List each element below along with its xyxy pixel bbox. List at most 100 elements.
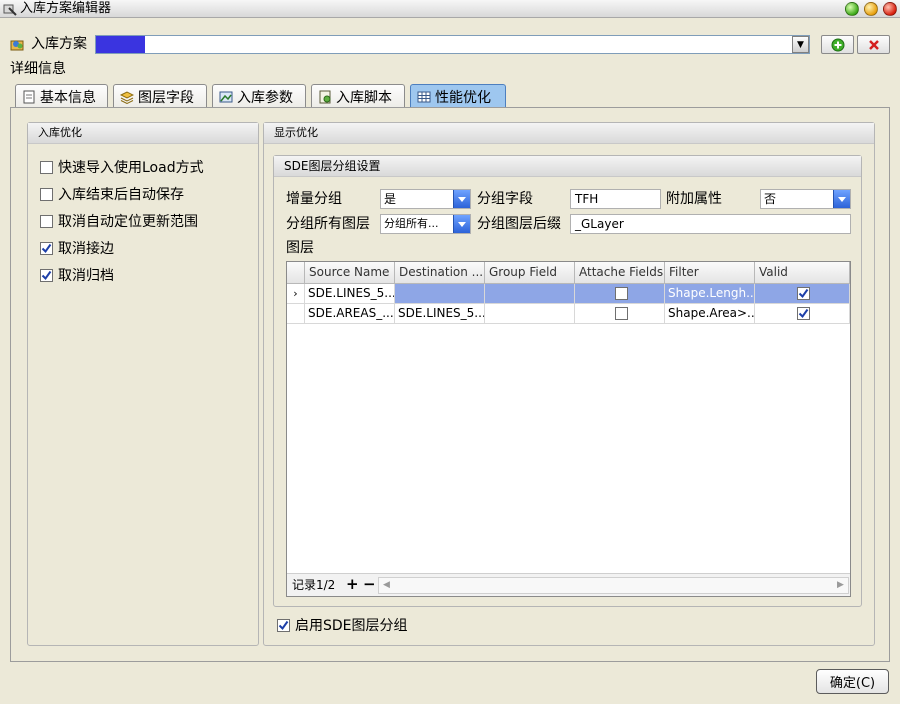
tab-import-script[interactable]: 入库脚本 — [311, 84, 405, 109]
option-label: 快速导入使用Load方式 — [58, 160, 204, 176]
all-layers-combo[interactable]: 分组所有... — [380, 214, 471, 234]
column-header[interactable]: Attache Fields — [575, 262, 665, 284]
scheme-label: 入库方案 — [31, 36, 87, 52]
column-header[interactable]: Valid — [755, 262, 850, 284]
grid-footer: 记录1/2 + − ◀ ▶ — [287, 573, 850, 596]
option-cancel-auto-locate[interactable]: 取消自动定位更新范围 — [40, 211, 198, 231]
checkbox[interactable] — [40, 268, 53, 282]
option-label: 启用SDE图层分组 — [295, 618, 408, 634]
combo-value: 是 — [384, 192, 397, 206]
checkbox[interactable] — [614, 287, 628, 300]
tab-import-params[interactable]: 入库参数 — [212, 84, 306, 109]
cell-destination[interactable]: SDE.LINES_5... — [395, 304, 485, 324]
option-label: 取消接边 — [58, 241, 114, 257]
chevron-down-icon[interactable] — [833, 190, 850, 208]
app-icon — [3, 4, 17, 16]
close-button[interactable] — [883, 2, 897, 16]
layers-grid[interactable]: Source Name Destination ... Group Field … — [286, 261, 851, 597]
group-field-input[interactable]: TFH — [570, 189, 661, 209]
image-params-icon — [219, 91, 233, 103]
group-field-label: 分组字段 — [477, 191, 533, 207]
cell-valid[interactable] — [755, 284, 850, 304]
checkbox[interactable] — [797, 307, 810, 320]
tab-layer-fields[interactable]: 图层字段 — [113, 84, 207, 109]
delete-scheme-button[interactable] — [857, 35, 890, 54]
cell-attach-fields[interactable] — [575, 304, 665, 324]
layers-icon — [120, 91, 134, 104]
add-icon — [831, 38, 844, 51]
option-label: 取消自动定位更新范围 — [58, 214, 198, 230]
group-title: 入库优化 — [28, 123, 258, 144]
option-cancel-edge-match[interactable]: 取消接边 — [40, 238, 114, 258]
tab-label: 性能优化 — [435, 90, 491, 106]
scroll-right-icon[interactable]: ▶ — [833, 578, 848, 593]
delete-icon — [868, 39, 879, 50]
cell-source-name[interactable]: SDE.AREAS_... — [305, 304, 395, 324]
combo-value: 否 — [764, 192, 777, 206]
tab-basic-info[interactable]: 基本信息 — [15, 84, 108, 109]
add-scheme-button[interactable] — [821, 35, 854, 54]
chevron-down-icon[interactable] — [453, 190, 470, 208]
scheme-combo[interactable] — [95, 35, 810, 54]
document-icon — [23, 90, 35, 104]
remove-record-button[interactable]: − — [363, 575, 376, 593]
record-counter: 记录1/2 — [292, 578, 336, 592]
layers-label: 图层 — [286, 240, 314, 256]
cell-source-name[interactable]: SDE.LINES_5... — [305, 284, 395, 304]
all-layers-label: 分组所有图层 — [286, 216, 370, 232]
option-cancel-archive[interactable]: 取消归档 — [40, 265, 114, 285]
scroll-left-icon[interactable]: ◀ — [379, 578, 394, 593]
extra-attr-label: 附加属性 — [666, 191, 722, 207]
column-header[interactable]: Filter — [665, 262, 755, 284]
add-record-button[interactable]: + — [346, 575, 359, 593]
cell-filter[interactable]: Shape.Area>... — [665, 304, 755, 324]
tab-performance[interactable]: 性能优化 — [410, 84, 506, 109]
checkbox[interactable] — [614, 307, 628, 320]
checkbox[interactable] — [40, 187, 53, 201]
option-auto-save[interactable]: 入库结束后自动保存 — [40, 184, 184, 204]
tab-label: 入库脚本 — [336, 90, 392, 106]
chevron-down-icon[interactable]: ▼ — [792, 36, 809, 53]
table-row[interactable]: SDE.AREAS_... SDE.LINES_5... Shape.Area>… — [287, 304, 850, 324]
column-header[interactable]: Destination ... — [395, 262, 485, 284]
table-row[interactable]: › SDE.LINES_5... Shape.Lengh... — [287, 284, 850, 304]
checkbox[interactable] — [40, 241, 53, 255]
combo-value: 分组所有... — [384, 217, 439, 230]
ok-button[interactable]: 确定(C) — [816, 669, 889, 694]
import-optimization-group: 入库优化 快速导入使用Load方式 入库结束后自动保存 取消自动定位更新范围 取… — [27, 122, 259, 646]
column-header[interactable]: Source Name — [305, 262, 395, 284]
cell-filter[interactable]: Shape.Lengh... — [665, 284, 755, 304]
title-bar[interactable]: 入库方案编辑器 — [0, 0, 900, 18]
row-indicator — [287, 304, 305, 324]
incremental-group-combo[interactable]: 是 — [380, 189, 471, 209]
option-fast-load[interactable]: 快速导入使用Load方式 — [40, 157, 204, 177]
scheme-selection-highlight — [96, 36, 145, 53]
row-header-corner — [287, 262, 305, 284]
option-label: 入库结束后自动保存 — [58, 187, 184, 203]
grid-icon — [417, 91, 431, 103]
cell-group-field[interactable] — [485, 284, 575, 304]
checkbox[interactable] — [40, 214, 53, 228]
column-header[interactable]: Group Field — [485, 262, 575, 284]
group-title: SDE图层分组设置 — [274, 156, 861, 177]
checkbox[interactable] — [797, 287, 810, 300]
layer-suffix-input[interactable]: _GLayer — [570, 214, 851, 234]
row-indicator-icon: › — [287, 284, 305, 304]
window-title: 入库方案编辑器 — [20, 1, 112, 16]
cell-destination[interactable] — [395, 284, 485, 304]
script-icon — [319, 90, 331, 104]
enable-sde-grouping-option[interactable]: 启用SDE图层分组 — [277, 615, 408, 635]
cell-attach-fields[interactable] — [575, 284, 665, 304]
checkbox[interactable] — [277, 618, 290, 632]
tab-label: 图层字段 — [138, 90, 194, 106]
cell-valid[interactable] — [755, 304, 850, 324]
layer-suffix-label: 分组图层后缀 — [477, 216, 561, 232]
maximize-button[interactable] — [864, 2, 878, 16]
chevron-down-icon[interactable] — [453, 215, 470, 233]
extra-attr-combo[interactable]: 否 — [760, 189, 851, 209]
checkbox[interactable] — [40, 160, 53, 174]
tab-label: 入库参数 — [237, 90, 293, 106]
cell-group-field[interactable] — [485, 304, 575, 324]
minimize-button[interactable] — [845, 2, 859, 16]
horizontal-scrollbar[interactable]: ◀ ▶ — [378, 577, 849, 594]
